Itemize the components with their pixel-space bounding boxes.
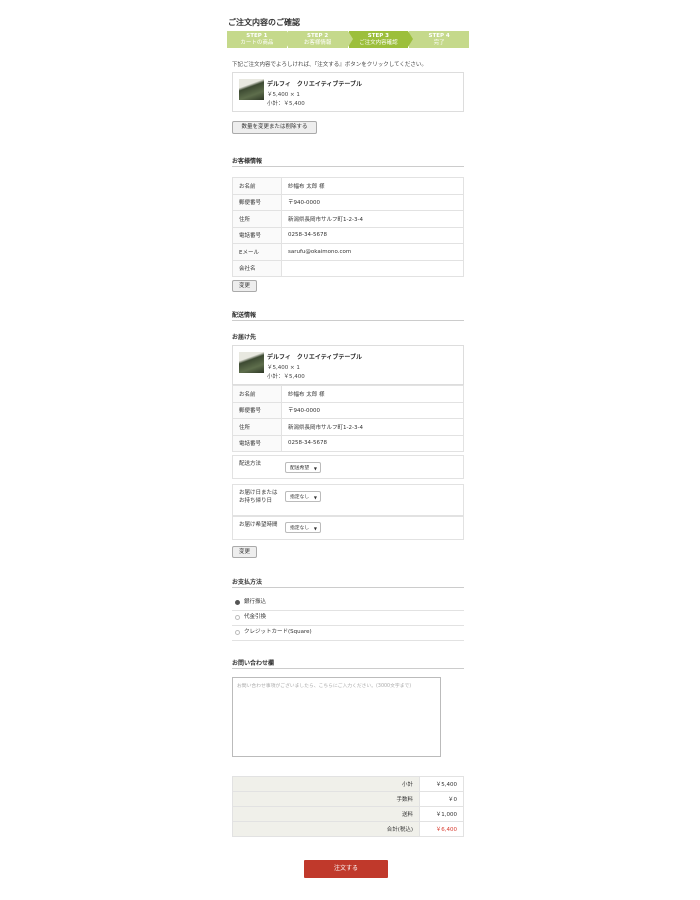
product-price: ￥5,400 × 1 — [267, 365, 300, 371]
table-row: 住所 新潟県長岡市サルフ町1-2-3-4 — [232, 210, 464, 228]
product-name: デルフィ クリエイティブテーブル — [267, 81, 363, 88]
table-row: お名前 紗幅布 太郎 様 — [232, 385, 464, 403]
payment-option-bank[interactable]: 銀行振込 — [232, 595, 464, 611]
chevron-down-icon: ▼ — [313, 526, 317, 531]
delivery-method-row: 配送方法 配送希望 ▼ — [232, 455, 464, 479]
customer-heading: お客様情報 — [232, 156, 464, 167]
table-row: 電話番号 0258-34-5678 — [232, 434, 464, 452]
table-row: 電話番号 0258-34-5678 — [232, 226, 464, 244]
delivery-time-select[interactable]: 指定なし ▼ — [285, 522, 321, 533]
product-price: ￥5,400 × 1 — [267, 92, 300, 98]
product-subtotal: 小計：￥5,400 — [267, 101, 305, 107]
customer-change-button[interactable]: 変更 — [232, 280, 257, 292]
checkout-steps: STEP 1 カートの商品 STEP 2 お客様情報 STEP 3 ご注文内容確認 S… — [227, 31, 470, 48]
inquiry-heading: お問い合わせ欄 — [232, 658, 464, 669]
product-thumbnail — [239, 352, 264, 373]
submit-order-button[interactable]: 注文する — [304, 860, 388, 878]
payment-option-credit[interactable]: クレジットカード(Square) — [232, 625, 464, 641]
delivery-method-select[interactable]: 配送希望 ▼ — [285, 462, 321, 473]
shipping-item: デルフィ クリエイティブテーブル ￥5,400 × 1 小計：￥5,400 — [232, 345, 464, 385]
radio-icon[interactable] — [235, 630, 240, 635]
step-1: STEP 1 カートの商品 — [227, 31, 292, 48]
table-row: Eメール sarufu@okaimono.com — [232, 243, 464, 261]
table-row: 手数料 ￥0 — [232, 791, 464, 807]
step-3-current: STEP 3 ご注文内容確認 — [348, 31, 413, 48]
delivery-date-row: お届け日またはお持ち帰り日 指定なし ▼ — [232, 484, 464, 516]
table-row: お名前 紗幅布 太郎 様 — [232, 177, 464, 195]
radio-selected-icon[interactable] — [235, 600, 240, 605]
table-row: 合計(税込) ￥6,400 — [232, 821, 464, 837]
shipping-heading: 配送情報 — [232, 310, 464, 321]
shipping-change-button[interactable]: 変更 — [232, 546, 257, 558]
step-2: STEP 2 お客様情報 — [287, 31, 353, 48]
delivery-date-select[interactable]: 指定なし ▼ — [285, 491, 321, 502]
payment-option-cod[interactable]: 代金引換 — [232, 610, 464, 626]
confirm-notice: 下記ご注文内容でよろしければ、『注文する』ボタンをクリックしてください。 — [232, 62, 427, 68]
delivery-address-heading: お届け先 — [232, 334, 257, 341]
inquiry-textarea[interactable]: お問い合わせ事項がございましたら、こちらにご入力ください。(3000文字まで) — [232, 677, 441, 757]
table-row: 小計 ￥5,400 — [232, 776, 464, 792]
product-subtotal: 小計：￥5,400 — [267, 374, 305, 380]
product-thumbnail — [239, 79, 264, 100]
shipping-table: お名前 紗幅布 太郎 様 郵便番号 〒940-0000 住所 新潟県長岡市サルフ町1-… — [232, 385, 464, 452]
table-row: 会社名 — [232, 259, 464, 277]
payment-heading: お支払方法 — [232, 577, 464, 588]
delivery-time-row: お届け希望時間 指定なし ▼ — [232, 516, 464, 540]
change-quantity-button[interactable]: 数量を変更または削除する — [232, 121, 317, 134]
chevron-down-icon: ▼ — [313, 495, 317, 500]
step-4: STEP 4 完了 — [409, 31, 469, 48]
table-row: 送料 ￥1,000 — [232, 806, 464, 822]
table-row: 住所 新潟県長岡市サルフ町1-2-3-4 — [232, 418, 464, 436]
table-row: 郵便番号 〒940-0000 — [232, 401, 464, 419]
table-row: 郵便番号 〒940-0000 — [232, 193, 464, 211]
totals-table: 小計 ￥5,400 手数料 ￥0 送料 ￥1,000 合計(税込) ￥6,400 — [232, 776, 464, 837]
customer-table: お名前 紗幅布 太郎 様 郵便番号 〒940-0000 住所 新潟県長岡市サルフ町1-… — [232, 177, 464, 277]
page-title: ご注文内容のご確認 — [228, 18, 300, 27]
product-name: デルフィ クリエイティブテーブル — [267, 354, 363, 361]
cart-item: デルフィ クリエイティブテーブル ￥5,400 × 1 小計：￥5,400 — [232, 72, 464, 112]
chevron-down-icon: ▼ — [313, 466, 317, 471]
radio-icon[interactable] — [235, 615, 240, 620]
